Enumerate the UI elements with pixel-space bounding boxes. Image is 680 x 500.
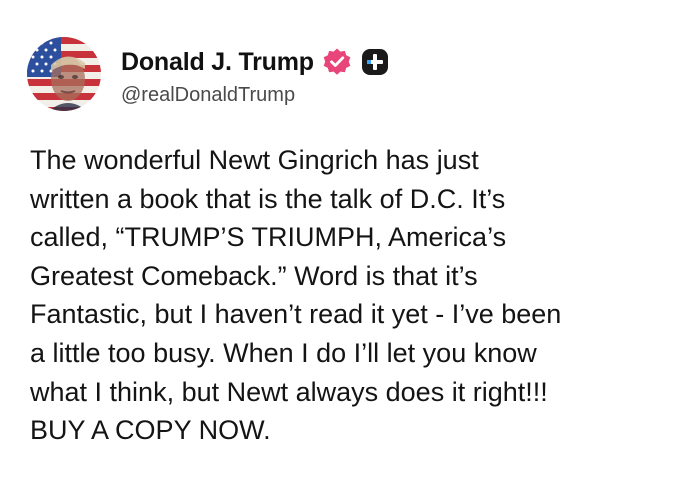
author-handle[interactable]: @realDonaldTrump xyxy=(121,84,295,107)
post-card: Donald J. Trump @realDonaldTrump The won… xyxy=(0,0,680,500)
post-text-line: what I think, but Newt always does it ri… xyxy=(30,376,548,407)
verified-badge-icon xyxy=(322,47,352,77)
post-text-line: Fantastic, but I haven’t read it yet - I… xyxy=(30,299,562,330)
flag-portrait-avatar-icon xyxy=(27,37,101,111)
post-text-line: a little too busy. When I do I’ll let yo… xyxy=(30,337,537,368)
post-text: The wonderful Newt Gingrich has just wri… xyxy=(30,141,665,450)
post-text-line: called, “TRUMP’S TRIUMPH, America’s xyxy=(30,222,507,253)
post-text-line: BUY A COPY NOW. xyxy=(30,415,271,446)
post-text-line: The wonderful Newt Gingrich has just xyxy=(30,145,479,175)
author-name-row: Donald J. Trump xyxy=(121,46,389,78)
avatar[interactable] xyxy=(27,37,101,111)
author-display-name[interactable]: Donald J. Trump xyxy=(121,48,314,77)
post-text-line: written a book that is the talk of D.C. … xyxy=(30,183,506,214)
post-text-line: Greatest Comeback.” Word is that it’s xyxy=(30,260,478,291)
plus-badge-icon[interactable] xyxy=(361,48,389,76)
